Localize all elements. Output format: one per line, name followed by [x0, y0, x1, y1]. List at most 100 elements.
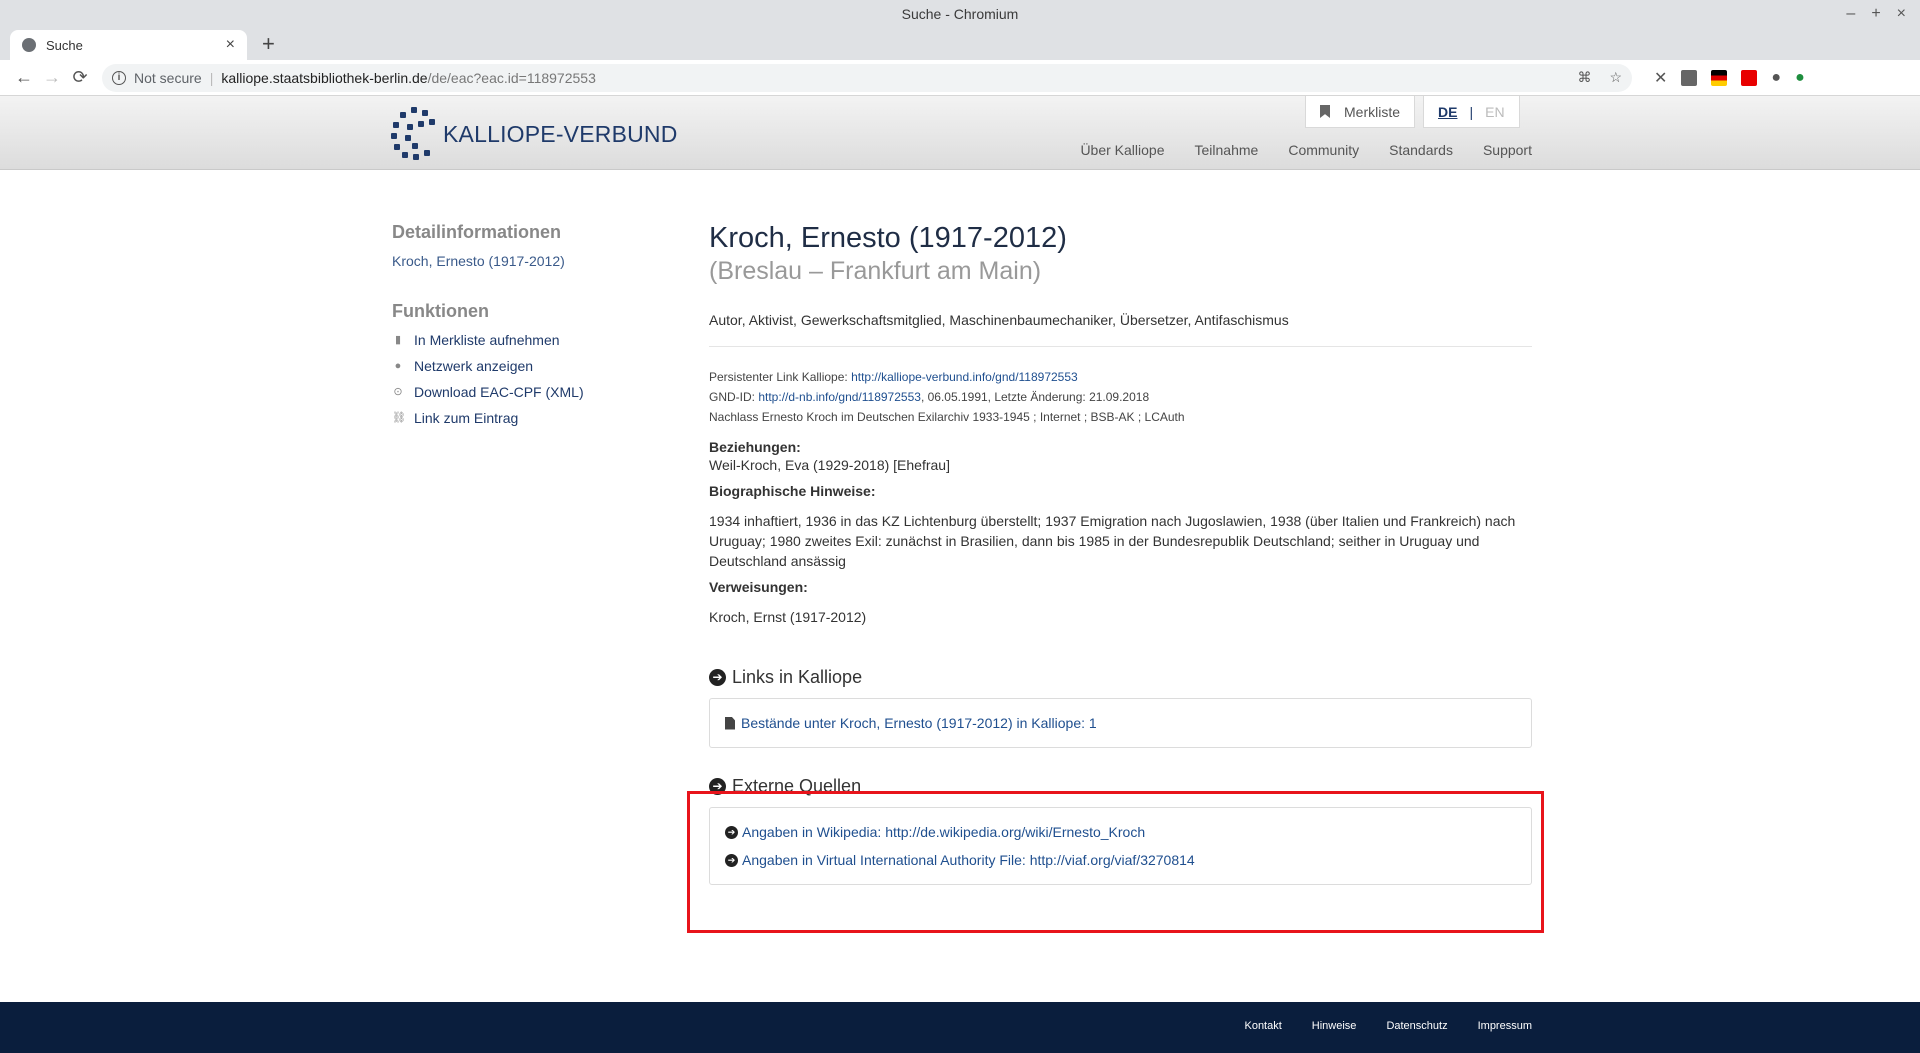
relation-link[interactable]: Weil-Kroch, Eva (1929-2018) [Ehefrau] — [709, 455, 1532, 475]
nav-standards[interactable]: Standards — [1389, 142, 1453, 158]
omnibox-actions: ⌘ ☆ — [1577, 69, 1622, 86]
func-label: In Merkliste aufnehmen — [414, 332, 560, 348]
bookmark-star-icon[interactable]: ☆ — [1609, 69, 1622, 86]
nav-ueber-kalliope[interactable]: Über Kalliope — [1080, 142, 1164, 158]
add-to-merkliste-link[interactable]: ▮ In Merkliste aufnehmen — [392, 332, 652, 348]
download-eac-link[interactable]: ⊙ Download EAC-CPF (XML) — [392, 384, 652, 400]
persistent-link[interactable]: http://kalliope-verbund.info/gnd/1189725… — [851, 370, 1078, 384]
gnd-link[interactable]: http://d-nb.info/gnd/118972553 — [758, 390, 921, 404]
url-host: kalliope.staatsbibliothek-berlin.de — [221, 69, 428, 86]
close-window-button[interactable]: × — [1897, 0, 1906, 28]
file-icon — [725, 716, 735, 730]
new-tab-button[interactable]: + — [262, 31, 275, 57]
permalink-link[interactable]: ⛓ Link zum Eintrag — [392, 410, 652, 426]
bookmark-icon — [1320, 105, 1330, 118]
sidebar: Detailinformationen Kroch, Ernesto (1917… — [392, 222, 652, 436]
footer-links: Kontakt Hinweise Datenschutz Impressum — [1244, 1020, 1532, 1032]
window-controls: – + × — [1846, 0, 1906, 28]
arrow-circle-icon: ➔ — [709, 669, 726, 686]
merkliste-button[interactable]: Merkliste — [1305, 96, 1416, 128]
footer-hinweise[interactable]: Hinweise — [1312, 1020, 1357, 1032]
site-header: KALLIOPE-VERBUND Merkliste DE | EN Über … — [0, 96, 1920, 170]
lang-divider: | — [1469, 103, 1474, 120]
not-secure-label: Not secure — [134, 69, 202, 86]
gnd-label: GND-ID: — [709, 390, 759, 404]
persistent-label: Persistenter Link Kalliope: — [709, 370, 852, 384]
record-places: (Breslau – Frankfurt am Main) — [709, 257, 1042, 285]
window-titlebar: Suche - Chromium – + × — [0, 0, 1920, 28]
info-icon[interactable]: i — [112, 70, 126, 85]
site-footer: Kontakt Hinweise Datenschutz Impressum — [0, 1002, 1920, 1053]
func-label: Netzwerk anzeigen — [414, 358, 534, 374]
user-icon: ● — [394, 360, 402, 372]
back-button[interactable]: ← — [10, 67, 38, 88]
minimize-button[interactable]: – — [1846, 0, 1855, 28]
extension-icon[interactable]: ✕ — [1654, 68, 1667, 88]
footer-impressum[interactable]: Impressum — [1478, 1020, 1532, 1032]
record-meta: Persistenter Link Kalliope: http://kalli… — [709, 367, 1532, 427]
reload-button[interactable]: ⟳ — [66, 67, 94, 88]
globe-icon — [22, 38, 36, 52]
maximize-button[interactable]: + — [1871, 0, 1880, 28]
extension-icons: ✕ ● ● — [1654, 68, 1805, 88]
links-in-kalliope-box: Bestände unter Kroch, Ernesto (1917-2012… — [709, 698, 1532, 748]
references-text: Kroch, Ernst (1917-2012) — [709, 609, 867, 625]
holdings-link[interactable]: Bestände unter Kroch, Ernesto (1917-2012… — [725, 715, 1516, 731]
detail-heading: Detailinformationen — [392, 222, 562, 242]
nav-support[interactable]: Support — [1483, 142, 1532, 158]
source-line: Nachlass Ernesto Kroch im Deutschen Exil… — [709, 410, 1185, 424]
lang-en-link[interactable]: EN — [1485, 104, 1504, 120]
url-path: /de/eac?eac.id=118972553 — [427, 69, 596, 86]
bio-label: Biographische Hinweise: — [709, 483, 876, 499]
nav-teilnahme[interactable]: Teilnahme — [1195, 142, 1259, 158]
language-switch: DE | EN — [1423, 96, 1520, 128]
kalliope-logo[interactable]: KALLIOPE-VERBUND — [391, 104, 678, 160]
update-icon[interactable]: ● — [1795, 69, 1805, 87]
extension-icon[interactable] — [1681, 69, 1698, 86]
tab-title: Suche — [46, 37, 83, 53]
forward-button[interactable]: → — [38, 67, 66, 88]
address-bar[interactable]: i Not secure | kalliope.staatsbibliothek… — [102, 63, 1632, 92]
detail-link[interactable]: Kroch, Ernesto (1917-2012) — [392, 253, 652, 269]
chain-link-icon: ⛓ — [392, 412, 406, 424]
browser-tab[interactable]: Suche × — [10, 30, 247, 60]
account-icon[interactable]: ● — [1771, 69, 1781, 87]
download-icon: ⊙ — [393, 386, 403, 398]
holdings-label: Bestände unter Kroch, Ernesto (1917-2012… — [741, 715, 1097, 731]
bio-text: 1934 inhaftiert, 1936 in das KZ Lichtenb… — [709, 513, 1516, 569]
site-nav: Über Kalliope Teilnahme Community Standa… — [1080, 142, 1532, 158]
header-top-buttons: Merkliste DE | EN — [1305, 96, 1520, 128]
merkliste-label: Merkliste — [1344, 103, 1401, 120]
relations-label: Beziehungen: — [709, 439, 801, 455]
persistent-link-row: Persistenter Link Kalliope: http://kalli… — [709, 367, 1532, 387]
nav-community[interactable]: Community — [1288, 142, 1359, 158]
references-label: Verweisungen: — [709, 579, 808, 595]
gnd-dates: , 06.05.1991, Letzte Änderung: 21.09.201… — [920, 390, 1150, 404]
footer-datenschutz[interactable]: Datenschutz — [1386, 1020, 1447, 1032]
footer-kontakt[interactable]: Kontakt — [1244, 1020, 1281, 1032]
record-roles: Autor, Aktivist, Gewerkschaftsmitglied, … — [709, 312, 1532, 347]
bookmark-icon: ▮ — [394, 334, 402, 346]
main-area: Detailinformationen Kroch, Ernesto (1917… — [0, 170, 1920, 999]
section-title: Links in Kalliope — [732, 667, 863, 687]
lang-de-link[interactable]: DE — [1438, 104, 1457, 120]
extension-icon[interactable] — [1741, 69, 1758, 86]
window-title: Suche - Chromium — [901, 6, 1019, 22]
functions-heading: Funktionen — [392, 301, 489, 321]
record-title: Kroch, Ernesto (1917-2012) — [709, 222, 1067, 254]
func-label: Download EAC-CPF (XML) — [414, 384, 584, 400]
show-network-link[interactable]: ● Netzwerk anzeigen — [392, 358, 652, 374]
logo-text: KALLIOPE-VERBUND — [443, 120, 678, 147]
tab-strip: Suche × + — [0, 28, 1920, 60]
record-content: Kroch, Ernesto (1917-2012) (Breslau – Fr… — [709, 222, 1532, 885]
links-in-kalliope-heading: ➔ Links in Kalliope — [709, 667, 1532, 688]
browser-toolbar: ← → ⟳ i Not secure | kalliope.staatsbibl… — [0, 60, 1920, 96]
flag-de-icon[interactable] — [1711, 69, 1728, 86]
gnd-row: GND-ID: http://d-nb.info/gnd/118972553, … — [709, 387, 1532, 407]
highlight-box — [687, 791, 1544, 933]
logo-mark-icon — [391, 104, 439, 160]
omnibox-separator: | — [209, 69, 214, 86]
translate-icon[interactable]: ⌘ — [1577, 69, 1591, 86]
func-label: Link zum Eintrag — [414, 410, 519, 426]
tab-close-icon[interactable]: × — [226, 36, 235, 54]
